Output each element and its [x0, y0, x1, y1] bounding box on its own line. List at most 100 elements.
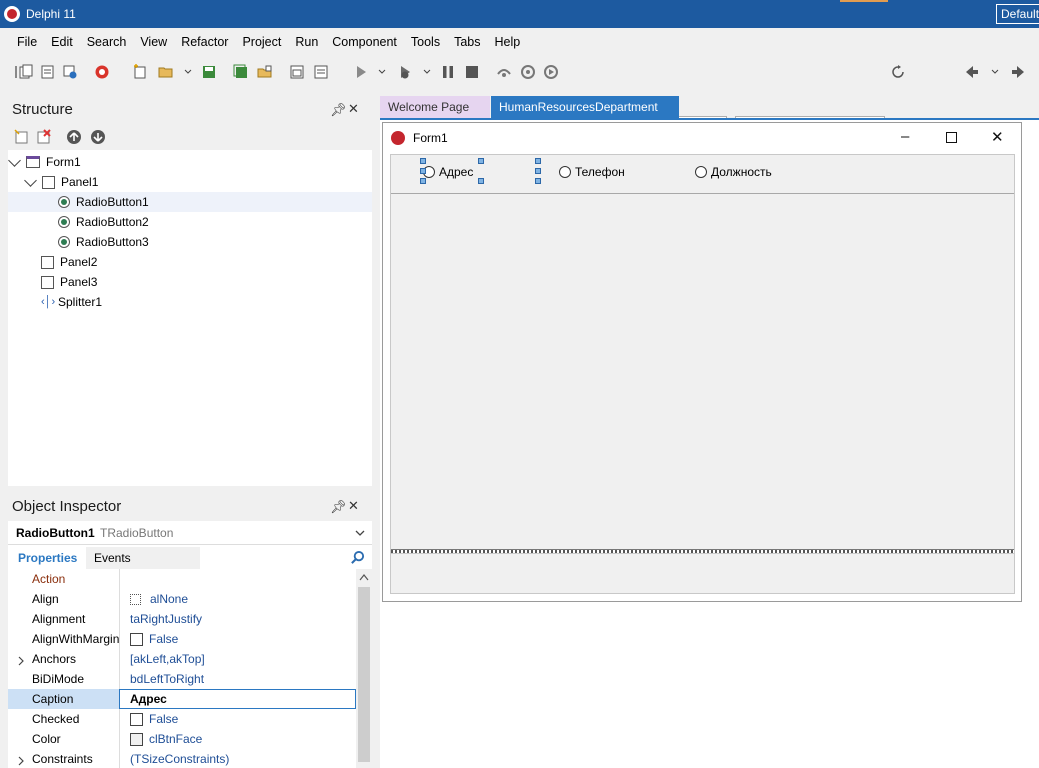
pause-icon[interactable] — [440, 64, 456, 80]
panel3[interactable] — [391, 553, 1014, 593]
chevron-down-icon[interactable] — [24, 173, 37, 187]
stop-run-icon[interactable] — [94, 64, 110, 80]
menu-file[interactable]: File — [10, 35, 44, 49]
forward-arrow-icon[interactable] — [1010, 64, 1026, 80]
property-row-constraints[interactable]: Constraints (TSizeConstraints) — [8, 749, 356, 768]
property-row-caption[interactable]: Caption Адрес — [8, 689, 356, 709]
selection-handle[interactable] — [420, 158, 426, 164]
selection-handle[interactable] — [535, 168, 541, 174]
menu-edit[interactable]: Edit — [44, 35, 80, 49]
property-value[interactable]: (TSizeConstraints) — [119, 749, 356, 768]
new-component-icon[interactable] — [14, 129, 30, 145]
tree-item-form1[interactable]: Form1 — [8, 152, 372, 172]
property-value-cell[interactable]: clBtnFace — [119, 729, 356, 749]
tab-human-resources-department[interactable]: HumanResourcesDepartment — [491, 96, 679, 125]
radiobutton3[interactable]: Должность — [695, 165, 772, 179]
menu-tabs[interactable]: Tabs — [447, 35, 487, 49]
inspector-object-selector[interactable]: RadioButton1 TRadioButton — [8, 521, 372, 545]
menu-run[interactable]: Run — [288, 35, 325, 49]
property-row-checked[interactable]: Checked False — [8, 709, 356, 729]
property-row-color[interactable]: Color clBtnFace — [8, 729, 356, 749]
tree-item-panel2[interactable]: Panel2 — [41, 252, 372, 272]
save-all-icon[interactable] — [233, 64, 249, 80]
chevron-down-icon[interactable] — [987, 64, 1003, 80]
tree-item-panel3[interactable]: Panel3 — [41, 272, 372, 292]
menu-refactor[interactable]: Refactor — [174, 35, 235, 49]
move-down-icon[interactable] — [90, 129, 106, 145]
property-value[interactable]: taRightJustify — [119, 609, 356, 629]
designer-form1[interactable]: Form1 – ✕ Адрес Телефон Должность — [382, 122, 1022, 602]
menu-component[interactable]: Component — [325, 35, 404, 49]
move-up-icon[interactable] — [66, 129, 82, 145]
chevron-down-icon[interactable] — [180, 64, 196, 80]
back-arrow-icon[interactable] — [964, 64, 980, 80]
run-without-debug-icon[interactable] — [397, 64, 413, 80]
menu-project[interactable]: Project — [235, 35, 288, 49]
selection-handle[interactable] — [478, 178, 484, 184]
checkbox[interactable] — [130, 712, 143, 726]
run-to-cursor-icon[interactable] — [543, 64, 559, 80]
property-row-bidimode[interactable]: BiDiMode bdLeftToRight — [8, 669, 356, 689]
chevron-down-icon[interactable] — [419, 64, 435, 80]
selection-handle[interactable] — [420, 168, 426, 174]
property-value-cell[interactable]: alNone — [119, 589, 356, 609]
property-row-action[interactable]: Action — [8, 569, 356, 589]
tab-properties[interactable]: Properties — [18, 551, 77, 565]
menu-search[interactable]: Search — [80, 35, 134, 49]
property-row-alignwithmargins[interactable]: AlignWithMargins False — [8, 629, 356, 649]
save-icon[interactable] — [201, 64, 217, 80]
pin-icon[interactable]: 📌︎ — [330, 102, 347, 118]
selection-handle[interactable] — [535, 158, 541, 164]
maximize-icon[interactable] — [946, 132, 957, 143]
menu-tools[interactable]: Tools — [404, 35, 447, 49]
tab-welcome-page[interactable]: Welcome Page — [380, 96, 490, 118]
step-over-icon[interactable] — [496, 64, 512, 80]
close-icon[interactable]: ✕ — [991, 128, 1004, 146]
property-row-alignment[interactable]: Alignment taRightJustify — [8, 609, 356, 629]
selection-handle[interactable] — [420, 178, 426, 184]
chevron-down-icon[interactable] — [354, 527, 366, 539]
radiobutton2[interactable]: Телефон — [559, 165, 625, 179]
property-row-align[interactable]: Align alNone — [8, 589, 356, 609]
view-unit-icon[interactable] — [313, 64, 329, 80]
selection-handle[interactable] — [535, 178, 541, 184]
chevron-right-icon[interactable] — [16, 756, 26, 766]
menu-help[interactable]: Help — [488, 35, 528, 49]
scrollbar-thumb[interactable] — [358, 587, 370, 762]
tab-events[interactable]: Events — [86, 547, 200, 569]
tree-item-radiobutton1[interactable]: RadioButton1 — [8, 192, 372, 212]
desktop-layout-combo[interactable]: Default — [996, 4, 1039, 24]
property-value-cell[interactable]: False — [119, 629, 356, 649]
radiobutton1[interactable]: Адрес — [423, 165, 473, 179]
property-row-anchors[interactable]: Anchors [akLeft,akTop] — [8, 649, 356, 669]
chevron-down-icon[interactable] — [374, 64, 390, 80]
panel2[interactable] — [391, 195, 1014, 549]
radio-circle[interactable] — [695, 166, 707, 178]
inspector-scrollbar[interactable] — [356, 569, 372, 768]
run-icon[interactable] — [353, 64, 369, 80]
trace-into-icon[interactable] — [520, 64, 536, 80]
close-icon[interactable]: ✕ — [348, 498, 359, 514]
property-value[interactable] — [119, 569, 356, 589]
pin-icon[interactable]: 📌︎ — [330, 499, 347, 515]
stop-icon[interactable] — [464, 64, 480, 80]
menu-view[interactable]: View — [133, 35, 174, 49]
checkbox[interactable] — [130, 632, 143, 646]
chevron-down-icon[interactable] — [8, 153, 21, 167]
radio-circle[interactable] — [559, 166, 571, 178]
new-items-icon[interactable] — [18, 64, 34, 80]
minimize-icon[interactable]: – — [901, 128, 909, 145]
property-value[interactable]: bdLeftToRight — [119, 669, 356, 689]
selection-handle[interactable] — [478, 158, 484, 164]
open-file-icon[interactable] — [40, 64, 56, 80]
tree-item-radiobutton2[interactable]: RadioButton2 — [58, 212, 372, 232]
open-folder-icon[interactable] — [158, 64, 174, 80]
tree-item-panel1[interactable]: Panel1 — [24, 172, 372, 192]
chevron-right-icon[interactable] — [16, 656, 26, 666]
tree-item-splitter1[interactable]: ‹│› Splitter1 — [41, 292, 372, 312]
property-value-cell[interactable]: False — [119, 709, 356, 729]
search-icon[interactable] — [350, 550, 365, 565]
new-form-icon[interactable] — [132, 64, 148, 80]
panel1[interactable]: Адрес Телефон Должность — [391, 155, 1014, 194]
open-project-folder-icon[interactable] — [257, 64, 273, 80]
